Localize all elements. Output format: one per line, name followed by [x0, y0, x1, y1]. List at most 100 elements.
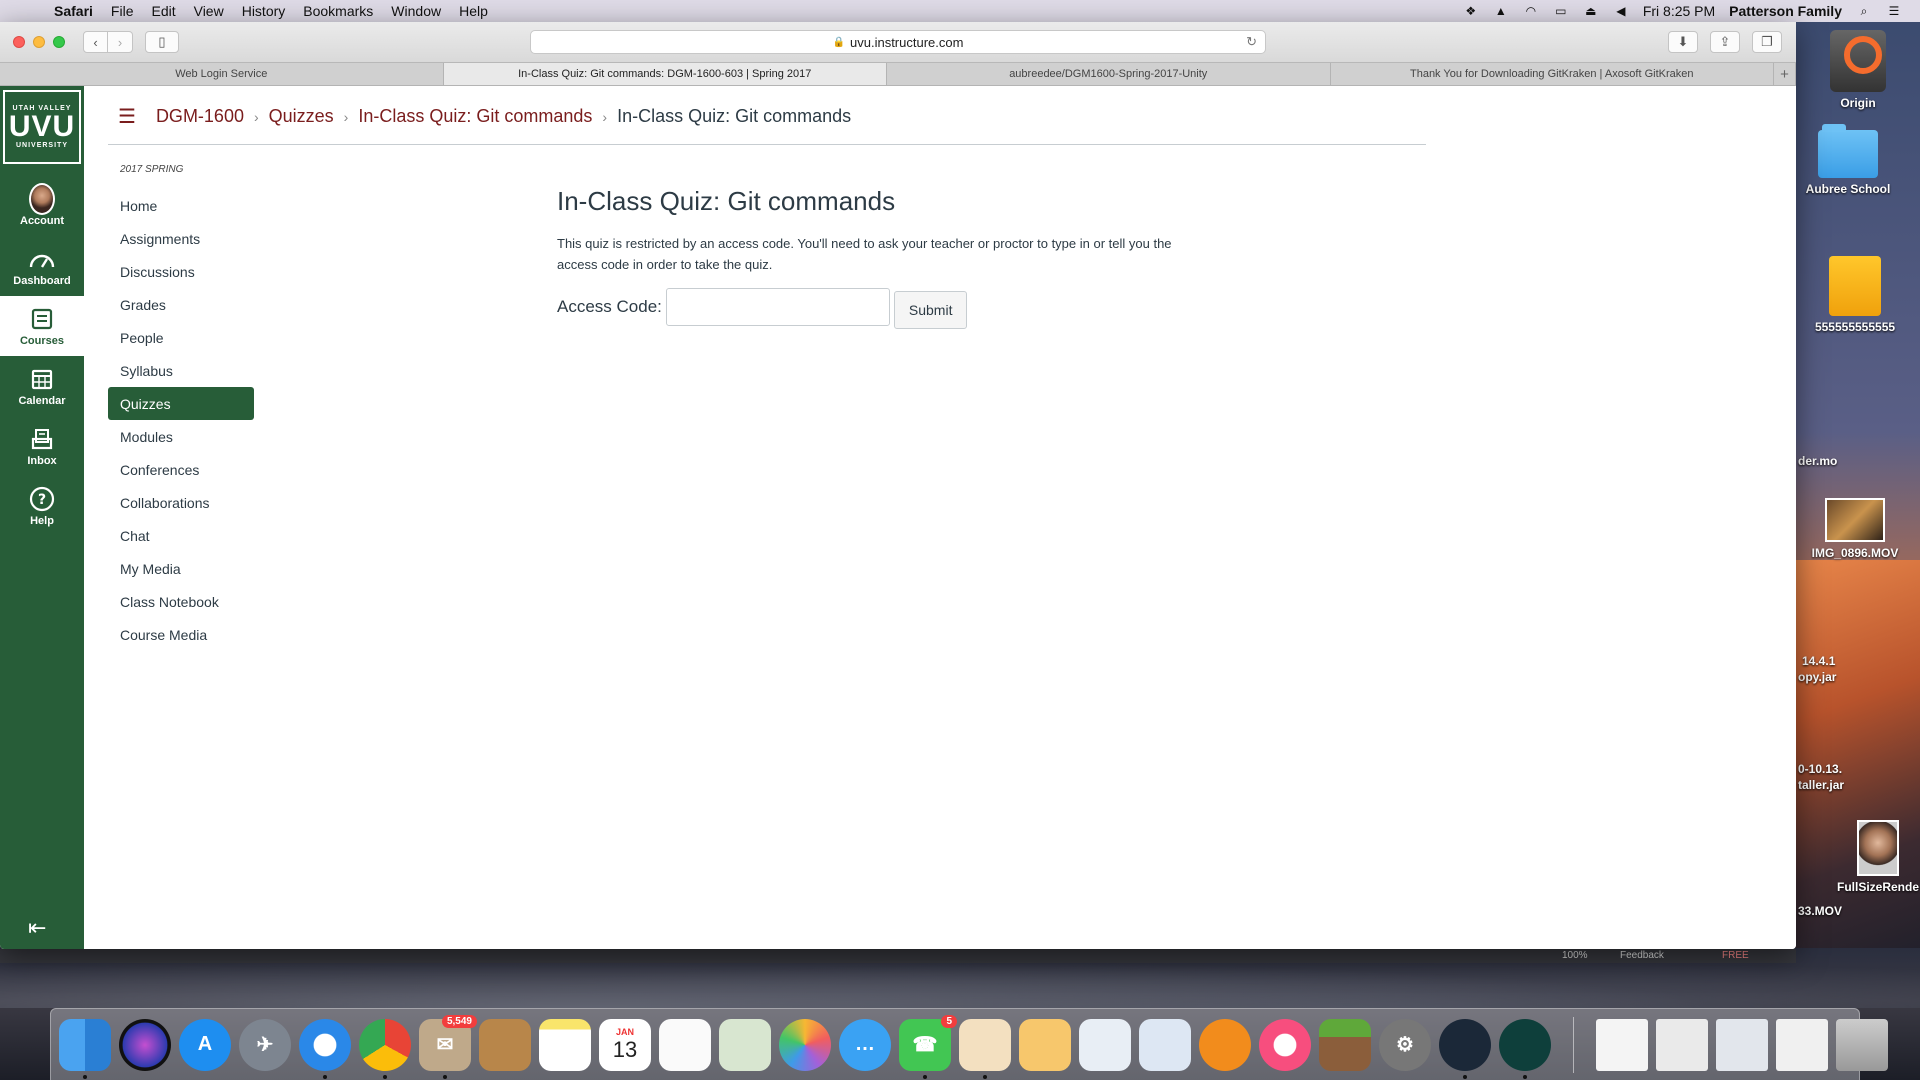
- minecraft-icon[interactable]: [1319, 1018, 1371, 1071]
- global-nav-courses[interactable]: Courses: [0, 296, 84, 356]
- desktop-partial-label[interactable]: 33.MOV: [1798, 904, 1842, 918]
- course-nav-course-media[interactable]: Course Media: [108, 618, 254, 651]
- finder-icon[interactable]: [59, 1018, 111, 1079]
- siri-icon[interactable]: [119, 1018, 171, 1071]
- tab-github-repo[interactable]: aubreedee/DGM1600-Spring-2017-Unity: [887, 63, 1331, 85]
- share-button[interactable]: ⇪: [1710, 31, 1740, 53]
- notes-icon[interactable]: [539, 1018, 591, 1071]
- menu-edit[interactable]: Edit: [151, 3, 175, 19]
- document-icon[interactable]: [1656, 1018, 1708, 1071]
- menu-bookmarks[interactable]: Bookmarks: [303, 3, 373, 19]
- desktop-icon-drive[interactable]: 555555555555: [1800, 256, 1910, 334]
- course-nav-collaborations[interactable]: Collaborations: [108, 486, 254, 519]
- desktop-partial-label[interactable]: der.mo: [1798, 454, 1837, 468]
- document-icon[interactable]: [1596, 1018, 1648, 1071]
- menubar-user[interactable]: Patterson Family: [1729, 3, 1842, 19]
- ibooks-icon[interactable]: [1199, 1018, 1251, 1071]
- sidebar-toggle-button[interactable]: ▯: [145, 31, 179, 53]
- uvu-logo[interactable]: UTAH VALLEY UVU UNIVERSITY: [3, 90, 81, 164]
- document-icon[interactable]: [1716, 1018, 1768, 1071]
- launchpad-icon[interactable]: ✈: [239, 1018, 291, 1071]
- tab-overview-button[interactable]: ❐: [1752, 31, 1782, 53]
- notification-center-icon[interactable]: ☰: [1886, 4, 1902, 18]
- back-button[interactable]: ‹: [83, 31, 108, 53]
- course-nav-assignments[interactable]: Assignments: [108, 222, 254, 255]
- desktop-icon-img-0896[interactable]: IMG_0896.MOV: [1800, 498, 1910, 560]
- course-nav-discussions[interactable]: Discussions: [108, 255, 254, 288]
- close-window-button[interactable]: [13, 36, 25, 48]
- menu-app-name[interactable]: Safari: [54, 3, 93, 19]
- safari-icon[interactable]: [299, 1018, 351, 1079]
- document-icon[interactable]: [1776, 1018, 1828, 1071]
- desktop-icon-aubree-school[interactable]: Aubree School: [1800, 124, 1896, 196]
- wifi-icon[interactable]: ◠: [1523, 4, 1539, 18]
- downloads-button[interactable]: ⬇: [1668, 31, 1698, 53]
- course-nav-my-media[interactable]: My Media: [108, 552, 254, 585]
- steam-icon[interactable]: [1439, 1018, 1491, 1079]
- drive-icon[interactable]: ▲: [1493, 4, 1509, 18]
- spotlight-icon[interactable]: ⌕: [1856, 4, 1872, 18]
- course-nav-grades[interactable]: Grades: [108, 288, 254, 321]
- calendar-app-icon[interactable]: JAN 13: [599, 1018, 651, 1071]
- menu-file[interactable]: File: [111, 3, 134, 19]
- global-nav-help[interactable]: ? Help: [0, 476, 84, 536]
- tab-gitkraken[interactable]: Thank You for Downloading GitKraken | Ax…: [1331, 63, 1774, 85]
- submit-button[interactable]: Submit: [893, 291, 968, 329]
- breadcrumb-quiz-link[interactable]: In-Class Quiz: Git commands: [358, 106, 592, 127]
- menu-help[interactable]: Help: [459, 3, 488, 19]
- course-nav-modules[interactable]: Modules: [108, 420, 254, 453]
- itunes-icon[interactable]: ♪: [1259, 1018, 1311, 1071]
- course-nav-class-notebook[interactable]: Class Notebook: [108, 585, 254, 618]
- new-tab-button[interactable]: +: [1774, 63, 1796, 85]
- global-nav-account[interactable]: Account: [0, 176, 84, 236]
- keynote-icon[interactable]: [1139, 1018, 1191, 1071]
- breadcrumb-course-link[interactable]: DGM-1600: [156, 106, 244, 127]
- numbers-icon[interactable]: [1079, 1018, 1131, 1071]
- chrome-icon[interactable]: [359, 1018, 411, 1079]
- eject-icon[interactable]: ⏏: [1583, 4, 1599, 18]
- course-nav-conferences[interactable]: Conferences: [108, 453, 254, 486]
- facetime-icon[interactable]: ☎ 5: [899, 1014, 957, 1079]
- pages-icon[interactable]: [1019, 1018, 1071, 1071]
- maximize-window-button[interactable]: [53, 36, 65, 48]
- messages-icon[interactable]: …: [839, 1018, 891, 1071]
- contacts-icon[interactable]: [479, 1018, 531, 1071]
- menu-view[interactable]: View: [194, 3, 224, 19]
- global-nav-calendar[interactable]: Calendar: [0, 356, 84, 416]
- desktop-partial-label[interactable]: 0-10.13.: [1798, 762, 1842, 776]
- tab-quiz[interactable]: In-Class Quiz: Git commands: DGM-1600-60…: [443, 63, 887, 85]
- gitkraken-icon[interactable]: [1499, 1018, 1551, 1079]
- photos-icon[interactable]: [779, 1018, 831, 1071]
- global-nav-dashboard[interactable]: Dashboard: [0, 236, 84, 296]
- access-code-input[interactable]: [665, 288, 890, 326]
- system-preferences-icon[interactable]: ⚙: [1379, 1018, 1431, 1071]
- global-nav-inbox[interactable]: Inbox: [0, 416, 84, 476]
- menu-window[interactable]: Window: [391, 3, 441, 19]
- maps-icon[interactable]: [719, 1018, 771, 1071]
- desktop-icon-origin[interactable]: Origin: [1824, 30, 1892, 110]
- volume-icon[interactable]: ◀: [1613, 4, 1629, 18]
- course-nav-quizzes[interactable]: Quizzes: [108, 387, 254, 420]
- tab-web-login[interactable]: Web Login Service: [0, 63, 444, 85]
- trash-icon[interactable]: [1836, 1018, 1888, 1071]
- course-nav-syllabus[interactable]: Syllabus: [108, 354, 254, 387]
- airplay-icon[interactable]: ▭: [1553, 4, 1569, 18]
- course-nav-home[interactable]: Home: [108, 189, 254, 222]
- breadcrumb-quizzes-link[interactable]: Quizzes: [269, 106, 334, 127]
- address-bar[interactable]: 🔒 uvu.instructure.com ↻: [530, 30, 1266, 54]
- menubar-clock[interactable]: Fri 8:25 PM: [1643, 3, 1715, 19]
- collapse-nav-icon[interactable]: ⇤: [28, 915, 46, 941]
- minimize-window-button[interactable]: [33, 36, 45, 48]
- menu-history[interactable]: History: [242, 3, 286, 19]
- desktop-partial-label[interactable]: 14.4.1: [1802, 654, 1835, 668]
- app-store-icon[interactable]: A: [179, 1018, 231, 1071]
- desktop-partial-label[interactable]: opy.jar: [1798, 670, 1836, 684]
- course-nav-chat[interactable]: Chat: [108, 519, 254, 552]
- forward-button[interactable]: ›: [108, 31, 133, 53]
- reminders-icon[interactable]: [659, 1018, 711, 1071]
- reload-icon[interactable]: ↻: [1246, 34, 1257, 50]
- desktop-partial-label[interactable]: taller.jar: [1798, 778, 1844, 792]
- hamburger-menu-icon[interactable]: ☰: [118, 104, 136, 129]
- self-publisher-icon[interactable]: [959, 1018, 1011, 1079]
- dropbox-icon[interactable]: ❖: [1463, 4, 1479, 18]
